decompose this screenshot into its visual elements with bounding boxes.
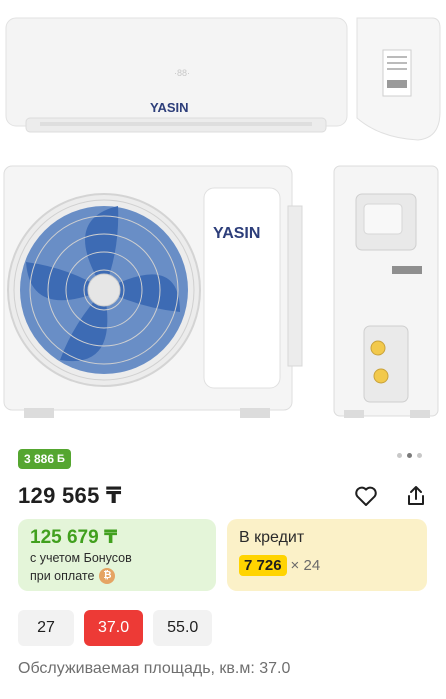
outdoor-unit-front: YASIN [3,165,303,418]
credit-title: В кредит [239,529,305,546]
serviced-area-spec: Обслуживаемая площадь, кв.м: 37.0 [18,660,291,677]
price-row: 129 565 ₸ [18,482,430,510]
bonus-amount: 3 886 [24,452,55,466]
bonus-caption: с учетом Бонусов [30,551,132,565]
share-icon[interactable] [402,482,430,510]
svg-text:·88·: ·88· [174,68,190,78]
option-55[interactable]: 55.0 [153,610,213,646]
option-27[interactable]: 27 [18,610,74,646]
product-price: 129 565 ₸ [18,483,122,508]
gallery-dot[interactable] [397,453,402,458]
bonus-price: 125 679 ₸ [30,527,118,548]
product-image-gallery[interactable]: ·88· YASIN YASIN [0,0,446,432]
option-37-selected[interactable]: 37.0 [84,610,144,646]
credit-monthly-amount: 7 726 [239,555,287,576]
bonus-symbol: Б [57,453,65,465]
gallery-dot-active[interactable] [407,453,412,458]
area-options: 27 37.0 55.0 [18,610,213,646]
indoor-brand-logo: YASIN [150,100,189,115]
heart-icon[interactable] [352,482,380,510]
payment-method-icon: ₿ [99,568,116,584]
indoor-unit-side [356,17,441,141]
gallery-dot[interactable] [417,453,422,458]
price-actions [352,482,430,510]
outdoor-unit-side [333,165,439,418]
bonus-payment-text: при оплате [30,569,95,583]
product-photo: ·88· YASIN YASIN [3,17,441,418]
outdoor-brand-logo: YASIN [213,225,260,242]
bonus-badge: 3 886 Б [18,449,71,469]
indoor-unit-front: ·88· YASIN [5,17,348,133]
bonus-payment-line: при оплате ₿ [30,567,204,585]
bonus-price-card[interactable]: 125 679 ₸ с учетом Бонусов при оплате ₿ [18,519,216,591]
credit-multiplier: × 24 [290,557,321,574]
credit-line: 7 726 × 24 [239,555,415,576]
credit-card[interactable]: В кредит 7 726 × 24 [227,519,427,591]
gallery-pagination [397,453,422,458]
